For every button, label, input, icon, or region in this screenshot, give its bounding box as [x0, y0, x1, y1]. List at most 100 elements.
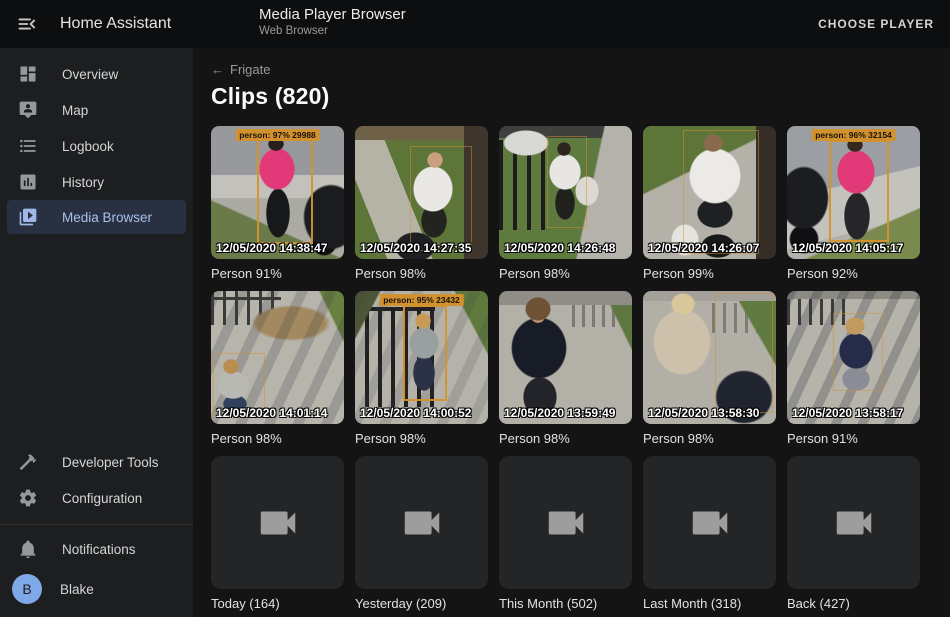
clip-timestamp: 12/05/2020 14:27:35	[360, 241, 471, 255]
clip-thumbnail: 12/05/2020 14:27:35	[355, 126, 488, 259]
clip-timestamp: 12/05/2020 14:26:48	[504, 241, 615, 255]
clip-caption: Person 98%	[499, 431, 632, 446]
hammer-icon	[18, 452, 38, 472]
clip-timestamp: 12/05/2020 14:00:52	[360, 406, 471, 420]
sidebar-item-overview[interactable]: Overview	[0, 56, 193, 92]
clip-tile[interactable]: person: 95% 23432 12/05/2020 14:00:52 Pe…	[355, 291, 488, 446]
folder-label: This Month (502)	[499, 596, 632, 611]
clip-thumbnail: person: 95% 23432 12/05/2020 14:00:52	[355, 291, 488, 424]
detection-label: person: 96% 32154	[811, 129, 896, 141]
back-label: Frigate	[230, 62, 270, 77]
clip-thumbnail: person: 96% 32154 12/05/2020 14:05:17	[787, 126, 920, 259]
back-arrow-icon: ←	[211, 62, 224, 77]
folder-tile-this-month[interactable]: This Month (502)	[499, 456, 632, 611]
folder-tile-back[interactable]: Back (427)	[787, 456, 920, 611]
person-figure	[499, 291, 632, 424]
clip-tile[interactable]: person: 96% 32154 12/05/2020 14:05:17 Pe…	[787, 126, 920, 281]
folder-tile-last-month[interactable]: Last Month (318)	[643, 456, 776, 611]
panel-subtitle: Web Browser	[259, 25, 406, 37]
clip-caption: Person 91%	[211, 266, 344, 281]
clip-timestamp: 12/05/2020 13:59:49	[504, 406, 615, 420]
clip-tile[interactable]: 12/05/2020 13:58:30 Person 98%	[643, 291, 776, 446]
sidebar-item-label: Map	[62, 103, 88, 118]
clip-caption: Person 98%	[211, 431, 344, 446]
panel-title: Media Player Browser	[259, 6, 406, 23]
app-title: Home Assistant	[60, 15, 171, 33]
sidebar-item-logbook[interactable]: Logbook	[0, 128, 193, 164]
video-icon	[255, 500, 301, 546]
video-icon	[687, 500, 733, 546]
clip-tile[interactable]: 12/05/2020 14:26:07 Person 99%	[643, 126, 776, 281]
folder-thumbnail	[211, 456, 344, 589]
choose-player-button[interactable]: CHOOSE PLAYER	[818, 17, 934, 31]
clip-timestamp: 12/05/2020 14:01:14	[216, 406, 327, 420]
clip-thumbnail: 12/05/2020 14:01:14	[211, 291, 344, 424]
clip-timestamp: 12/05/2020 14:38:47	[216, 241, 327, 255]
clip-thumbnail: 12/05/2020 13:58:30	[643, 291, 776, 424]
sidebar-item-media-browser[interactable]: Media Browser	[7, 200, 186, 234]
clip-caption: Person 98%	[355, 431, 488, 446]
clip-thumbnail: 12/05/2020 14:26:48	[499, 126, 632, 259]
menu-open-icon[interactable]	[16, 12, 40, 36]
detection-box	[715, 293, 773, 413]
dashboard-icon	[18, 64, 38, 84]
map-icon	[18, 100, 38, 120]
clip-timestamp: 12/05/2020 13:58:30	[648, 406, 759, 420]
clip-tile[interactable]: person: 97% 29988 12/05/2020 14:38:47 Pe…	[211, 126, 344, 281]
logbook-icon	[18, 136, 38, 156]
clip-thumbnail: person: 97% 29988 12/05/2020 14:38:47	[211, 126, 344, 259]
sidebar-item-notifications[interactable]: Notifications	[0, 531, 193, 567]
folder-tile-today[interactable]: Today (164)	[211, 456, 344, 611]
clip-caption: Person 91%	[787, 431, 920, 446]
clip-tile[interactable]: 12/05/2020 14:27:35 Person 98%	[355, 126, 488, 281]
sidebar-item-label: Developer Tools	[62, 455, 159, 470]
folder-label: Today (164)	[211, 596, 344, 611]
clips-grid: person: 97% 29988 12/05/2020 14:38:47 Pe…	[211, 126, 950, 611]
sidebar-item-map[interactable]: Map	[0, 92, 193, 128]
folder-tile-yesterday[interactable]: Yesterday (209)	[355, 456, 488, 611]
sidebar-divider	[0, 524, 193, 525]
sidebar-item-label: Logbook	[62, 139, 114, 154]
clip-tile[interactable]: 12/05/2020 13:58:17 Person 91%	[787, 291, 920, 446]
clip-timestamp: 12/05/2020 13:58:17	[792, 406, 903, 420]
sidebar-item-history[interactable]: History	[0, 164, 193, 200]
clip-caption: Person 92%	[787, 266, 920, 281]
folder-thumbnail	[787, 456, 920, 589]
detection-box	[547, 136, 587, 228]
clip-timestamp: 12/05/2020 14:05:17	[792, 241, 903, 255]
clip-caption: Person 98%	[499, 266, 632, 281]
folder-thumbnail	[355, 456, 488, 589]
clip-caption: Person 98%	[355, 266, 488, 281]
media-browser-icon	[18, 207, 38, 227]
sidebar-item-label: Media Browser	[62, 210, 152, 225]
sidebar-item-label: History	[62, 175, 104, 190]
folder-label: Back (427)	[787, 596, 920, 611]
detection-label: person: 95% 23432	[379, 294, 464, 306]
media-browser-panel: ← Frigate Clips (820) person: 97% 29988 …	[193, 48, 950, 617]
sidebar: Overview Map Logbook History Media Brows…	[0, 48, 193, 617]
detection-box	[257, 132, 313, 244]
top-app-bar: Home Assistant Media Player Browser Web …	[0, 0, 950, 48]
sidebar-item-label: Notifications	[62, 542, 136, 557]
video-icon	[543, 500, 589, 546]
video-icon	[399, 500, 445, 546]
detection-box	[683, 130, 759, 254]
sidebar-item-configuration[interactable]: Configuration	[0, 480, 193, 516]
panel-header: Media Player Browser Web Browser	[259, 6, 406, 37]
sidebar-item-label: Overview	[62, 67, 118, 82]
sidebar-item-user[interactable]: B Blake	[0, 567, 193, 611]
back-breadcrumb[interactable]: ← Frigate	[211, 62, 270, 77]
clip-caption: Person 98%	[643, 431, 776, 446]
folder-thumbnail	[643, 456, 776, 589]
clip-tile[interactable]: 12/05/2020 13:59:49 Person 98%	[499, 291, 632, 446]
bell-icon	[18, 539, 38, 559]
sidebar-item-developer-tools[interactable]: Developer Tools	[0, 444, 193, 480]
clip-tile[interactable]: 12/05/2020 14:26:48 Person 98%	[499, 126, 632, 281]
detection-box	[403, 305, 447, 401]
detection-box	[829, 140, 889, 242]
clip-timestamp: 12/05/2020 14:26:07	[648, 241, 759, 255]
folder-label: Last Month (318)	[643, 596, 776, 611]
clip-tile[interactable]: 12/05/2020 14:01:14 Person 98%	[211, 291, 344, 446]
clip-caption: Person 99%	[643, 266, 776, 281]
video-icon	[831, 500, 877, 546]
